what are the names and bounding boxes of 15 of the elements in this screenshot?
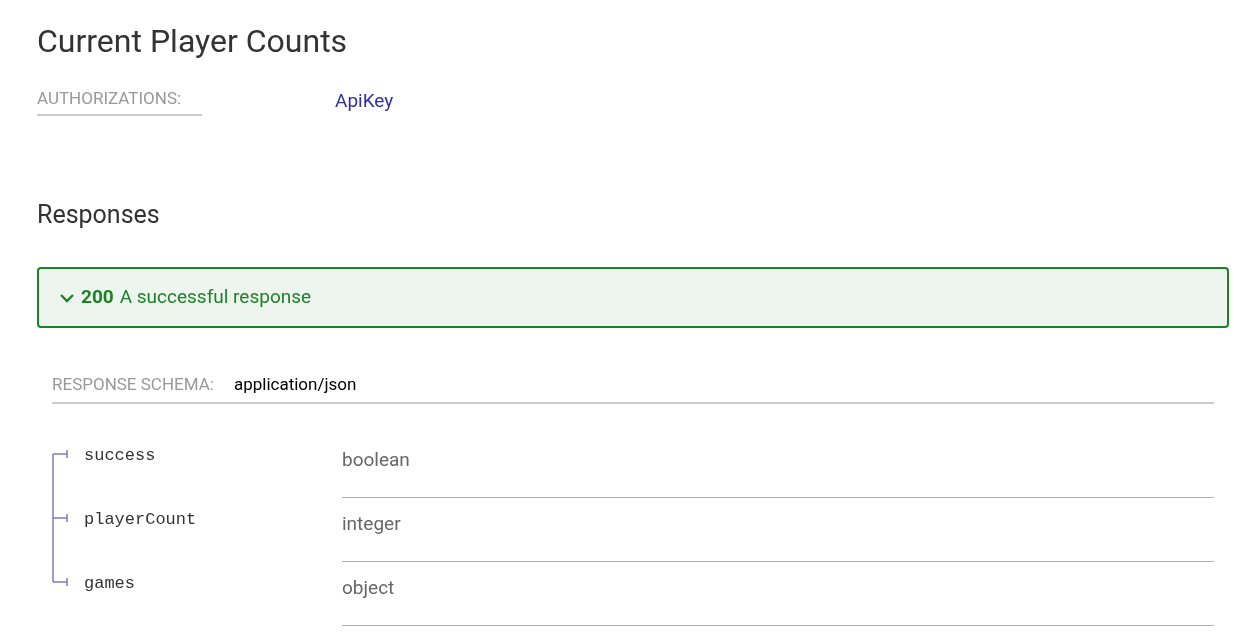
field-name: games bbox=[84, 572, 135, 595]
field-type: boolean bbox=[342, 447, 410, 471]
response-toggle[interactable]: 200 A successful response bbox=[37, 267, 1229, 328]
field-name: playerCount bbox=[84, 508, 197, 531]
auth-scheme-link[interactable]: ApiKey bbox=[335, 86, 394, 115]
tree-connector-icon bbox=[52, 448, 70, 498]
page-title: Current Player Counts bbox=[37, 21, 349, 62]
field-type: object bbox=[342, 575, 395, 599]
authorizations-label: AUTHORIZATIONS: bbox=[37, 86, 202, 116]
schema-label: RESPONSE SCHEMA: bbox=[52, 373, 214, 396]
responses-heading: Responses bbox=[37, 198, 161, 231]
field-name: success bbox=[84, 444, 156, 467]
schema-type: application/json bbox=[233, 373, 357, 396]
field-type: integer bbox=[342, 511, 401, 535]
chevron-down-icon bbox=[59, 291, 75, 304]
